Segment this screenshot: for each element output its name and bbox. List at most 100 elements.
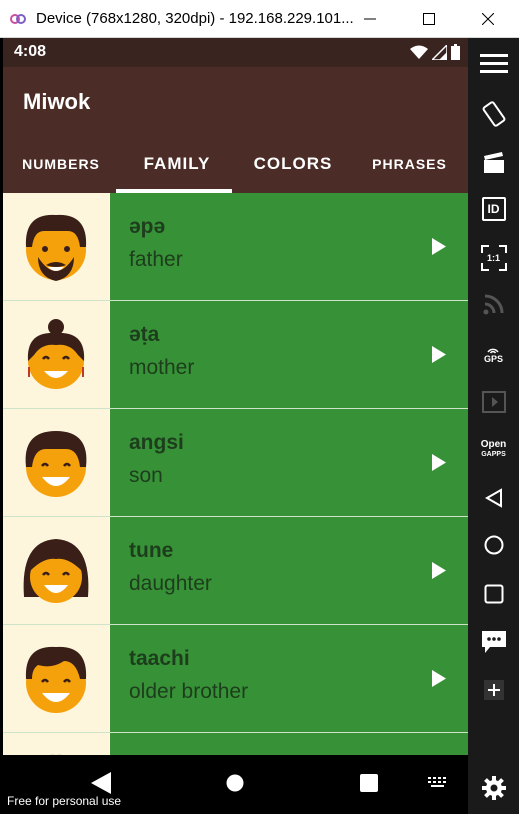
menu-button[interactable] <box>468 42 519 86</box>
home-icon[interactable] <box>226 774 244 792</box>
gps-signal-icon <box>487 348 500 354</box>
play-icon[interactable] <box>432 562 446 579</box>
status-time: 4:08 <box>14 43 47 60</box>
miwok-word: əṭa <box>129 323 160 346</box>
maximize-button[interactable] <box>400 0 458 38</box>
tab-family[interactable]: FAMILY <box>119 135 235 193</box>
english-word: father <box>129 248 183 271</box>
word-text-box <box>110 733 468 755</box>
avatar <box>3 733 109 755</box>
miwok-word: angsi <box>129 431 184 454</box>
english-word: mother <box>129 356 195 379</box>
play-icon[interactable] <box>432 670 446 687</box>
plus-icon <box>483 680 504 700</box>
settings-button[interactable] <box>468 766 519 810</box>
status-bar: 4:08 <box>3 38 468 67</box>
genymotion-app-icon <box>10 14 26 24</box>
maximize-icon <box>423 13 435 25</box>
older-brother-face-icon <box>25 646 87 713</box>
hamburger-menu-icon <box>479 54 508 73</box>
back-button[interactable] <box>468 476 519 520</box>
capture-button[interactable] <box>468 141 519 185</box>
gps-label: GPS <box>483 353 503 364</box>
recents-square-icon <box>484 584 503 604</box>
play-icon[interactable] <box>432 346 446 363</box>
keyboard-icon[interactable] <box>427 777 449 789</box>
open-gapps-icon: Open GAPPS <box>481 440 507 460</box>
network-button[interactable] <box>468 282 519 326</box>
rotate-button[interactable] <box>468 92 519 136</box>
scale-icon: 1:1 <box>480 245 507 271</box>
list-item[interactable]: angsi son <box>3 409 468 516</box>
tab-colors[interactable]: COLORS <box>235 135 351 193</box>
daughter-face-icon <box>23 538 89 603</box>
message-button[interactable] <box>468 620 519 664</box>
media-button[interactable] <box>468 380 519 424</box>
avatar <box>3 193 109 300</box>
film-strip-icon <box>481 391 506 413</box>
list-item[interactable] <box>3 733 468 755</box>
list-item[interactable]: əpə father <box>3 193 468 300</box>
miwok-word: əpə <box>129 215 166 238</box>
wifi-icon <box>410 45 428 59</box>
list-item[interactable]: taachi older brother <box>3 625 468 732</box>
recents-icon[interactable] <box>360 774 378 792</box>
gps-button[interactable]: GPS <box>468 332 519 376</box>
tab-numbers[interactable]: NUMBERS <box>3 135 119 193</box>
device-id-button[interactable]: ID <box>468 187 519 231</box>
gapps-label-gapps: GAPPS <box>481 451 506 458</box>
gear-icon <box>481 776 506 800</box>
gps-icon: GPS <box>484 345 503 364</box>
tab-phrases[interactable]: PHRASES <box>351 135 468 193</box>
word-text-box: əṭa mother <box>110 301 468 408</box>
rotate-device-icon <box>482 101 505 127</box>
word-text-box: taachi older brother <box>110 625 468 732</box>
watermark-text: Free for personal use <box>7 794 122 808</box>
word-text-box: angsi son <box>110 409 468 516</box>
add-button[interactable] <box>468 668 519 712</box>
close-button[interactable] <box>459 0 517 38</box>
gapps-label-open: Open <box>480 439 507 450</box>
miwok-word: tune <box>129 539 174 562</box>
family-face-icon <box>46 754 66 755</box>
list-item[interactable]: əṭa mother <box>3 301 468 408</box>
word-text-box: tune daughter <box>110 517 468 624</box>
battery-icon <box>451 44 460 60</box>
clapperboard-icon <box>483 152 504 173</box>
category-tabs: NUMBERS FAMILY COLORS PHRASES <box>3 135 468 193</box>
father-face-icon <box>25 214 87 281</box>
window-title: Device (768x1280, 320dpi) - 192.168.229.… <box>36 10 354 27</box>
android-nav-bar: Free for personal use <box>3 755 468 814</box>
window-titlebar: Device (768x1280, 320dpi) - 192.168.229.… <box>0 0 519 38</box>
app-title: Miwok <box>23 89 91 114</box>
word-list[interactable]: əpə father əṭa mother angsi son tune dau… <box>3 193 468 755</box>
id-icon-label: ID <box>487 202 500 216</box>
chat-bubble-icon <box>481 631 506 653</box>
back-triangle-icon <box>484 488 502 508</box>
miwok-word: taachi <box>129 647 190 670</box>
list-item[interactable]: tune daughter <box>3 517 468 624</box>
rss-signal-icon <box>483 294 503 315</box>
back-icon[interactable] <box>91 772 111 794</box>
open-gapps-button[interactable]: Open GAPPS <box>468 428 519 472</box>
play-icon[interactable] <box>432 238 446 255</box>
app-bar: Miwok <box>3 67 468 135</box>
system-icons <box>410 44 460 60</box>
avatar <box>3 301 109 408</box>
minimize-button[interactable] <box>341 0 399 38</box>
avatar <box>3 517 109 624</box>
cell-signal-icon <box>432 44 447 60</box>
avatar <box>3 625 109 732</box>
word-text-box: əpə father <box>110 193 468 300</box>
minimize-icon <box>364 18 376 20</box>
english-word: older brother <box>129 680 249 703</box>
pixel-perfect-button[interactable]: 1:1 <box>468 236 519 280</box>
emulator-toolbar: ID 1:1 GPS Open GAPPS <box>468 38 519 814</box>
home-circle-icon <box>484 535 503 555</box>
play-icon[interactable] <box>432 454 446 471</box>
recents-button[interactable] <box>468 572 519 616</box>
english-word: son <box>129 464 163 487</box>
english-word: daughter <box>129 572 212 595</box>
mother-face-icon <box>27 318 85 389</box>
home-button[interactable] <box>468 523 519 567</box>
